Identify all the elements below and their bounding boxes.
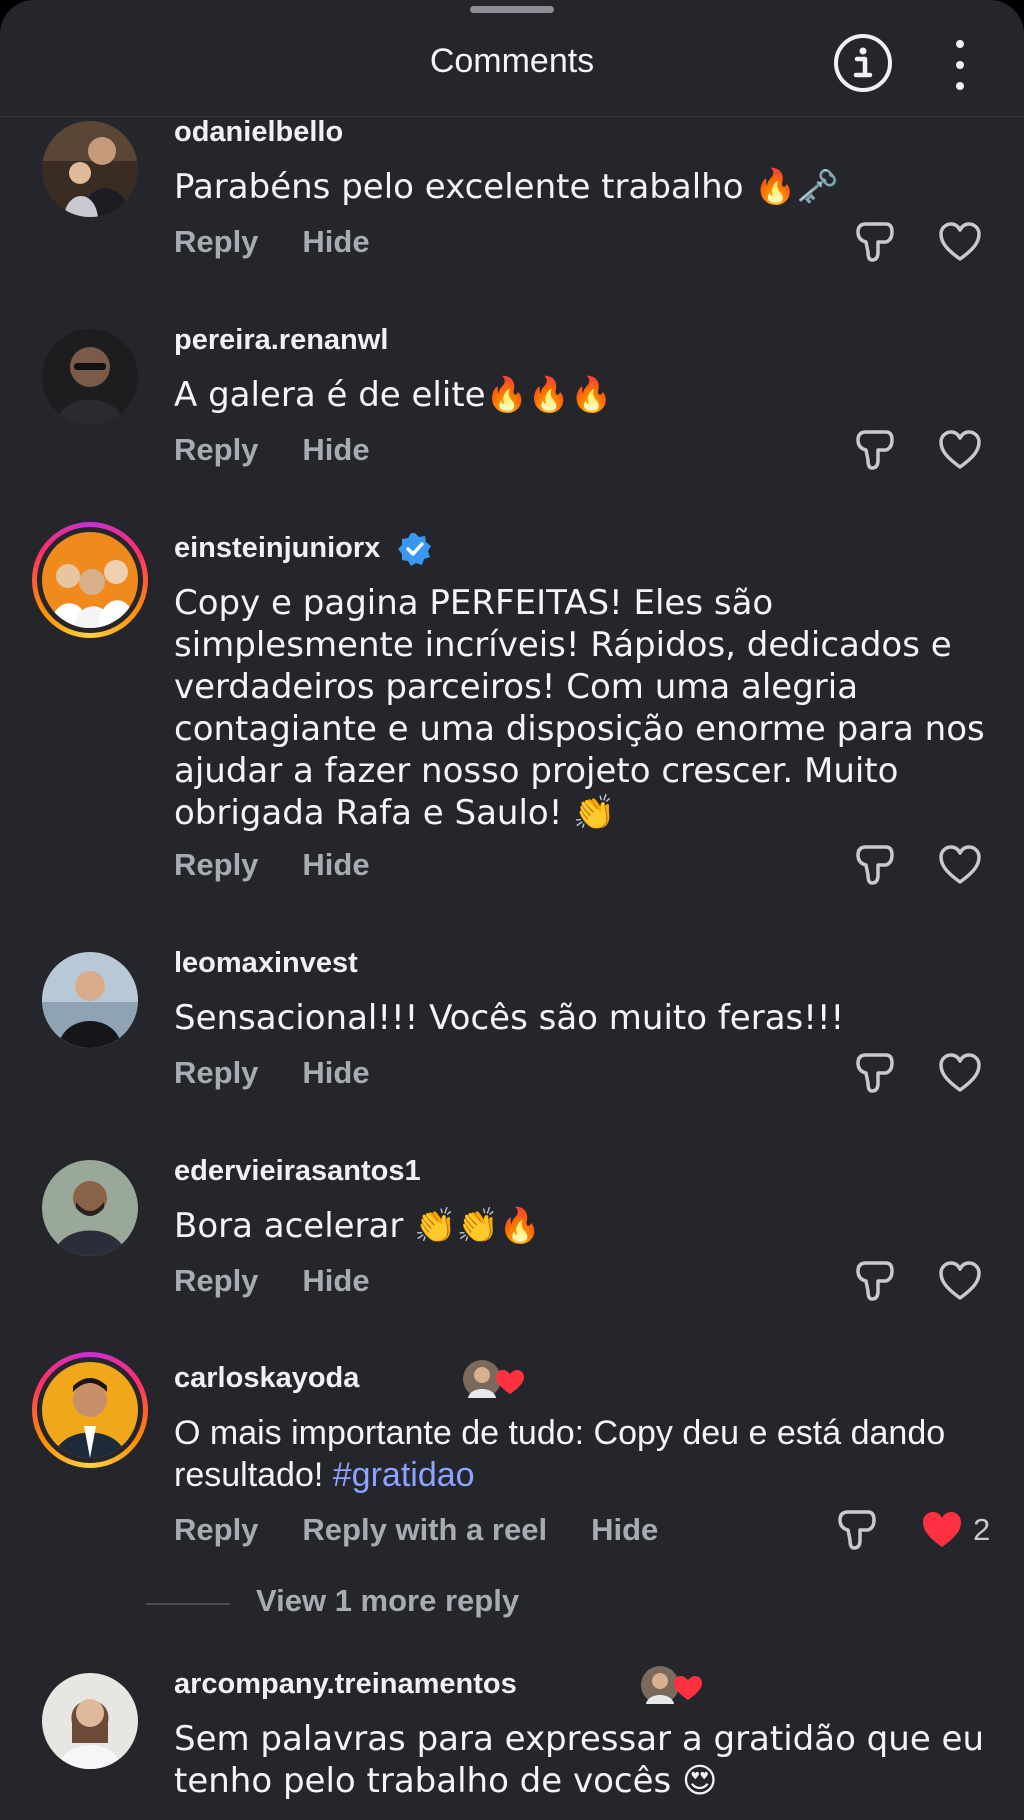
avatar xyxy=(42,1362,138,1458)
comment-text: Copy e pagina PERFEITAS! Eles são simple… xyxy=(174,583,985,833)
heart-icon[interactable] xyxy=(938,428,982,472)
verified-badge-icon xyxy=(398,533,432,567)
hide-button[interactable]: Hide xyxy=(302,1055,369,1091)
comments-header: Comments xyxy=(0,0,1024,117)
dislike-icon[interactable] xyxy=(834,1508,878,1552)
comment-text: Sensacional!!! Vocês são muito feras!!! xyxy=(174,998,845,1038)
username[interactable]: pereira.renanwl xyxy=(174,324,388,357)
comments-sheet: Comments odanielbello Parabéns pelo exce… xyxy=(0,0,1024,1820)
creator-liked-badge xyxy=(462,1358,532,1400)
avatar[interactable] xyxy=(42,1160,138,1256)
avatar[interactable] xyxy=(42,952,138,1048)
avatar xyxy=(42,532,138,628)
hide-button[interactable]: Hide xyxy=(302,847,369,883)
avatar[interactable] xyxy=(42,121,138,217)
username[interactable]: carloskayoda xyxy=(174,1362,359,1395)
avatar-story-ring[interactable] xyxy=(32,522,148,638)
thread-line xyxy=(146,1603,230,1605)
hashtag-link[interactable]: #gratidao xyxy=(333,1456,475,1494)
comment-text: Bora acelerar 👏👏🔥 xyxy=(174,1206,542,1246)
reply-button[interactable]: Reply xyxy=(174,1512,258,1548)
dislike-icon[interactable] xyxy=(852,428,896,472)
info-icon[interactable] xyxy=(833,33,893,93)
avatar-story-ring[interactable] xyxy=(32,1352,148,1468)
comment-actions: Reply Hide xyxy=(174,1263,370,1299)
comment-actions: Reply Reply with a reel Hide xyxy=(174,1512,658,1548)
dislike-icon[interactable] xyxy=(852,1259,896,1303)
username-label: einsteinjuniorx xyxy=(174,532,381,564)
comment-text: Parabéns pelo excelente trabalho 🔥🗝️ xyxy=(174,167,840,207)
like-count: 2 xyxy=(973,1512,991,1547)
avatar[interactable] xyxy=(42,1673,138,1769)
comment-actions: Reply Hide xyxy=(174,847,370,883)
view-more-replies-button[interactable]: View 1 more reply xyxy=(256,1583,519,1619)
hide-button[interactable]: Hide xyxy=(302,224,369,260)
dislike-icon[interactable] xyxy=(852,220,896,264)
reply-with-reel-button[interactable]: Reply with a reel xyxy=(302,1512,547,1548)
reply-button[interactable]: Reply xyxy=(174,432,258,468)
heart-icon[interactable] xyxy=(938,843,982,887)
reply-button[interactable]: Reply xyxy=(174,224,258,260)
comment-text: A galera é de elite🔥🔥🔥 xyxy=(174,375,613,415)
username[interactable]: odanielbello xyxy=(174,116,343,149)
comment-text-body: O mais importante de tudo: Copy deu e es… xyxy=(174,1414,946,1494)
reply-button[interactable]: Reply xyxy=(174,1055,258,1091)
comment-text: Sem palavras para expressar a gratidão q… xyxy=(174,1719,985,1801)
hide-button[interactable]: Hide xyxy=(302,1263,369,1299)
comment-actions: Reply Hide xyxy=(174,432,370,468)
username[interactable]: arcompany.treinamentos xyxy=(174,1668,517,1701)
heart-filled-icon[interactable] xyxy=(920,1508,964,1552)
heart-icon[interactable] xyxy=(938,1259,982,1303)
username[interactable]: leomaxinvest xyxy=(174,947,358,980)
avatar[interactable] xyxy=(42,329,138,425)
username[interactable]: einsteinjuniorx xyxy=(174,532,432,567)
comment-text: O mais importante de tudo: Copy deu e es… xyxy=(174,1412,994,1496)
reply-button[interactable]: Reply xyxy=(174,1263,258,1299)
dislike-icon[interactable] xyxy=(852,843,896,887)
comment-actions: Reply Hide xyxy=(174,1055,370,1091)
dislike-icon[interactable] xyxy=(852,1051,896,1095)
heart-icon[interactable] xyxy=(938,220,982,264)
username[interactable]: edervieirasantos1 xyxy=(174,1155,421,1188)
hide-button[interactable]: Hide xyxy=(302,432,369,468)
more-options-icon[interactable] xyxy=(944,40,976,90)
hide-button[interactable]: Hide xyxy=(591,1512,658,1548)
heart-icon[interactable] xyxy=(938,1051,982,1095)
reply-button[interactable]: Reply xyxy=(174,847,258,883)
comment-actions: Reply Hide xyxy=(174,224,370,260)
creator-liked-badge xyxy=(640,1664,710,1706)
